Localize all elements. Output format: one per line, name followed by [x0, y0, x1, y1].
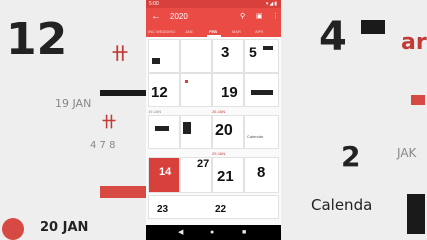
background-glyph: 4	[319, 14, 347, 60]
calendar-day[interactable]: 14	[148, 157, 180, 193]
year-title: 2020	[170, 12, 188, 21]
day-number: 5	[249, 44, 257, 60]
date-label: 19 JAN	[148, 109, 162, 114]
background-left: 12 卄 19 JAN 卄 4 7 8 20 JAN	[0, 0, 146, 240]
day-number: 27	[197, 158, 210, 170]
background-date-label: JAK	[397, 146, 417, 160]
tab-mar[interactable]: MAR	[232, 27, 241, 37]
system-status-icons: ▾◢▮	[265, 1, 278, 7]
background-bar	[100, 186, 146, 198]
calendar-day[interactable]: 5	[244, 39, 279, 73]
tab-jan[interactable]: JAN	[185, 27, 193, 37]
background-glyph: 卄	[102, 115, 116, 131]
nav-home-icon[interactable]: ●	[210, 227, 214, 238]
calendar-week[interactable]: 22 23	[148, 195, 279, 219]
background-right: 4 ar 2 JAK Calenda	[281, 0, 427, 240]
background-bar	[407, 194, 425, 234]
day-number: 19	[221, 84, 238, 101]
background-circle	[2, 218, 24, 240]
event-label: Calendar	[247, 134, 264, 139]
day-number: 8	[257, 164, 266, 181]
calendar-grid: 3 5 12 19 19 JAN 26 JAN 20 Calendar 29 J…	[146, 37, 281, 225]
day-number: 12	[151, 84, 168, 101]
day-number: 23	[157, 204, 169, 215]
background-glyph: ar	[401, 30, 427, 55]
phone-screen: 5:00 ▾◢▮ ← 2020 ⚲ ▣ ⋮ INC WEDDING JAN FE…	[146, 0, 281, 240]
calendar-day[interactable]	[148, 39, 180, 73]
background-date-label: 20 JAN	[40, 220, 89, 235]
calendar-day[interactable]	[180, 39, 212, 73]
calendar-day[interactable]: 21	[212, 157, 244, 193]
calendar-day[interactable]: 3	[212, 39, 244, 73]
day-number: 3	[221, 44, 230, 61]
calendar-day[interactable]: 19	[212, 73, 244, 107]
calendar-day[interactable]: 27	[180, 157, 212, 193]
app-toolbar: ← 2020 ⚲ ▣ ⋮	[146, 8, 281, 27]
day-number: 14	[159, 166, 172, 178]
more-vert-icon[interactable]: ⋮	[272, 12, 279, 22]
calendar-icon[interactable]: ▣	[256, 12, 263, 22]
background-glyph: 卄	[112, 44, 129, 63]
calendar-day[interactable]: 12	[148, 73, 180, 107]
search-icon[interactable]: ⚲	[240, 12, 245, 22]
calendar-day[interactable]: 8	[244, 157, 279, 193]
calendar-day[interactable]: Calendar	[244, 115, 279, 149]
nav-recents-icon[interactable]: ■	[242, 227, 246, 238]
nav-back-icon[interactable]: ◀	[178, 227, 183, 238]
background-bar	[411, 95, 425, 105]
calendar-day[interactable]	[180, 73, 212, 107]
background-date-label: 19 JAN	[55, 97, 92, 110]
calendar-day[interactable]: 20	[212, 115, 244, 149]
date-label: 26 JAN	[212, 109, 226, 114]
background-event: Calenda	[311, 196, 373, 214]
calendar-day[interactable]	[244, 73, 279, 107]
background-bar	[100, 90, 146, 96]
background-glyph: 4 7 8	[90, 140, 116, 151]
background-number: 12	[6, 14, 68, 65]
status-time: 5:00	[149, 1, 159, 7]
calendar-day[interactable]	[180, 115, 212, 149]
background-bar	[361, 20, 385, 34]
date-label: 29 JAN	[212, 151, 226, 156]
day-number: 21	[217, 168, 234, 185]
status-bar: 5:00 ▾◢▮	[146, 0, 281, 8]
day-number: 20	[215, 122, 233, 139]
tab-wedding[interactable]: INC WEDDING	[148, 27, 175, 37]
day-number: 22	[215, 204, 227, 215]
system-nav-bar: ◀ ● ■	[146, 225, 281, 240]
calendar-day[interactable]	[148, 115, 180, 149]
arrow-back-icon[interactable]: ←	[151, 11, 161, 23]
background-glyph: 2	[341, 140, 361, 173]
tab-apr[interactable]: APR	[255, 27, 263, 37]
